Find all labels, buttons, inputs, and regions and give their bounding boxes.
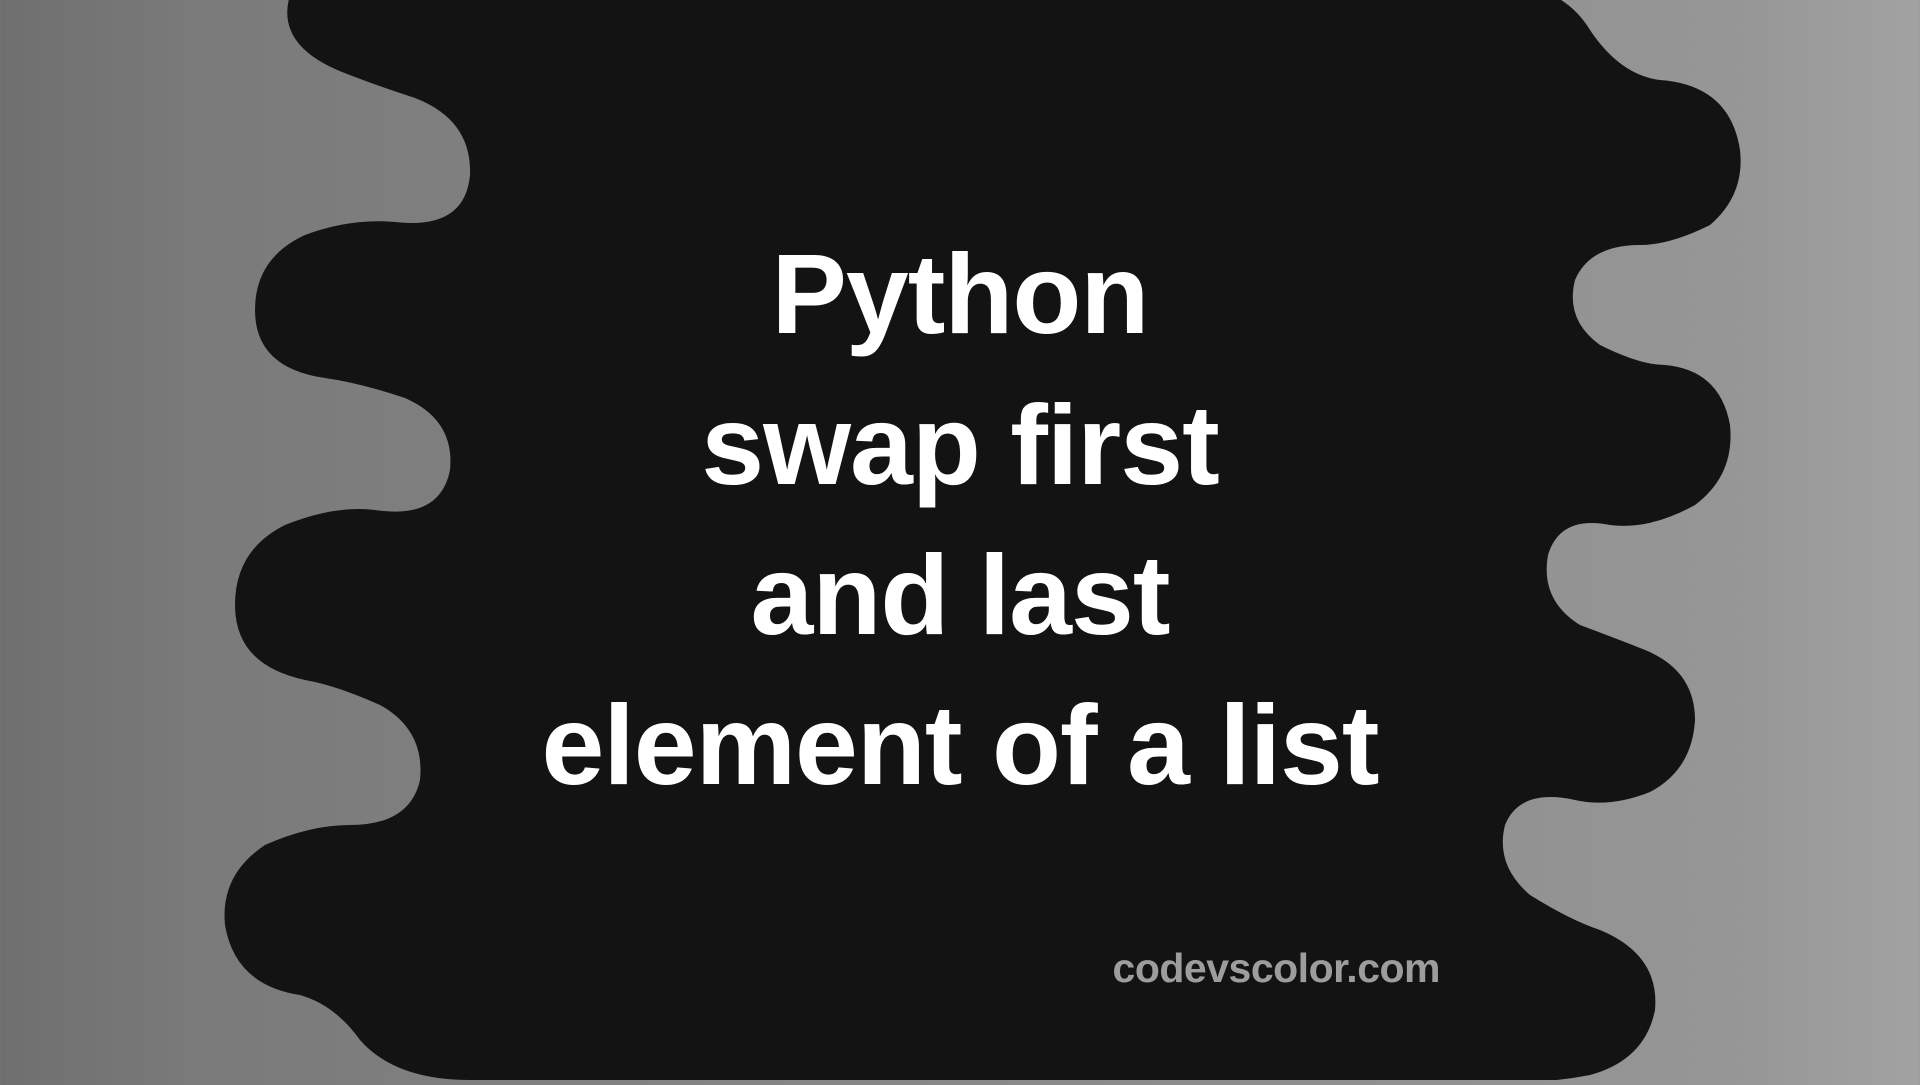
title-line-2: swap first (541, 370, 1378, 520)
watermark-text: codevscolor.com (1113, 945, 1440, 992)
main-content: Python swap first and last element of a … (0, 0, 1920, 1080)
title-text: Python swap first and last element of a … (541, 219, 1378, 820)
title-line-1: Python (541, 219, 1378, 369)
title-line-4: element of a list (541, 670, 1378, 820)
title-line-3: and last (541, 520, 1378, 670)
